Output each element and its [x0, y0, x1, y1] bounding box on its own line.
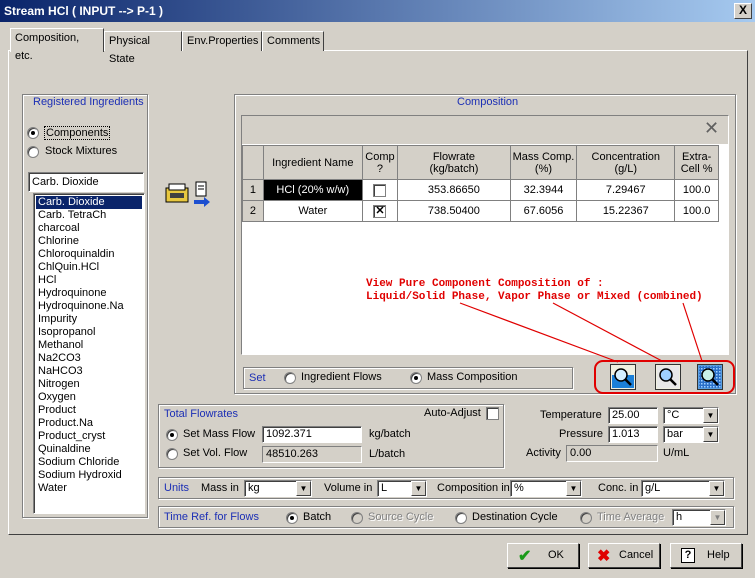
destination-cycle-label[interactable]: Destination Cycle — [472, 511, 558, 523]
pressure-label: Pressure — [559, 428, 604, 440]
check-icon: ✔ — [518, 548, 532, 565]
cancel-button[interactable]: ✖ Cancel — [588, 543, 660, 568]
chevron-down-icon[interactable]: ▼ — [709, 481, 724, 496]
mass-composition-label[interactable]: Mass Composition — [427, 371, 517, 383]
pressure-input[interactable]: 1.013 — [608, 426, 658, 443]
set-vol-flow-label[interactable]: Set Vol. Flow — [183, 447, 247, 459]
conc-unit-value: g/L — [645, 482, 661, 494]
temperature-input[interactable]: 25.00 — [608, 407, 658, 424]
chevron-down-icon[interactable]: ▼ — [703, 408, 718, 423]
tab-composition[interactable]: Composition, etc. — [10, 28, 104, 62]
mass-flow-input[interactable]: 1092.371 — [262, 426, 362, 443]
temperature-unit: °C — [667, 409, 680, 421]
destination-cycle-radio[interactable] — [455, 512, 467, 524]
chevron-down-icon: ▼ — [710, 510, 725, 525]
batch-radio[interactable] — [286, 512, 298, 524]
set-vol-flow-radio[interactable] — [166, 448, 178, 460]
source-cycle-radio — [351, 512, 363, 524]
auto-adjust-checkbox[interactable] — [486, 407, 499, 420]
activity-label: Activity — [526, 447, 561, 459]
auto-adjust-label: Auto-Adjust — [424, 407, 481, 419]
chevron-down-icon[interactable]: ▼ — [703, 427, 718, 442]
time-ref-title: Time Ref. for Flows — [164, 511, 259, 523]
conc-unit-label: Conc. in — [598, 482, 639, 494]
pressure-unit: bar — [667, 428, 683, 440]
help-label: Help — [707, 549, 730, 561]
chevron-down-icon[interactable]: ▼ — [411, 481, 426, 496]
mass-unit-label: Mass in — [201, 482, 239, 494]
comp-unit-label: Composition in — [437, 482, 510, 494]
mass-unit-value: kg — [248, 482, 260, 494]
ingredient-flows-radio[interactable] — [284, 372, 296, 384]
activity-unit: U/mL — [663, 447, 690, 459]
mass-composition-radio[interactable] — [410, 372, 422, 384]
set-mass-flow-label[interactable]: Set Mass Flow — [183, 428, 255, 440]
view-vapor-phase-button[interactable] — [655, 364, 681, 390]
source-cycle-label: Source Cycle — [368, 511, 434, 523]
temperature-label: Temperature — [540, 409, 602, 421]
help-button[interactable]: ? Help — [670, 543, 742, 568]
ok-button[interactable]: ✔ OK — [507, 543, 579, 568]
vol-flow-input: 48510.263 — [262, 446, 362, 463]
ok-label: OK — [548, 549, 564, 561]
time-unit-value: h — [676, 511, 683, 523]
set-mass-flow-radio[interactable] — [166, 429, 178, 441]
units-title: Units — [164, 482, 190, 494]
mass-flow-unit: kg/batch — [369, 428, 411, 440]
help-icon: ? — [681, 548, 695, 563]
time-average-radio — [580, 512, 592, 524]
volume-unit-value: L — [381, 482, 388, 494]
view-liquid-phase-button[interactable] — [610, 364, 636, 390]
chevron-down-icon[interactable]: ▼ — [296, 481, 311, 496]
vol-flow-unit: L/batch — [369, 448, 406, 460]
chevron-down-icon[interactable]: ▼ — [566, 481, 581, 496]
batch-label[interactable]: Batch — [303, 511, 331, 523]
time-average-label: Time Average — [597, 511, 665, 523]
volume-unit-label: Volume in — [324, 482, 373, 494]
cancel-x-icon: ✖ — [597, 548, 611, 565]
vapor-magnifier-icon — [657, 366, 679, 388]
activity-input: 0.00 — [566, 445, 658, 462]
view-mixed-phase-button[interactable] — [697, 364, 723, 390]
comp-unit-value: % — [514, 482, 524, 494]
total-flowrates-title: Total Flowrates — [164, 408, 238, 420]
ingredient-flows-label[interactable]: Ingredient Flows — [301, 371, 382, 383]
set-label: Set — [249, 372, 266, 384]
liquid-magnifier-icon — [612, 368, 634, 388]
cancel-label: Cancel — [619, 549, 654, 561]
mixed-magnifier-icon — [699, 366, 721, 388]
